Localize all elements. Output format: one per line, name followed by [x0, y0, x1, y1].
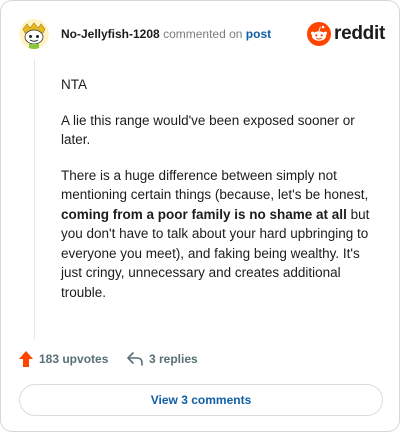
comment-paragraph: There is a huge difference between simpl…: [61, 166, 379, 303]
comment-bold-text: coming from a poor family is no shame at…: [61, 206, 347, 222]
commented-on-text: commented on: [163, 27, 243, 41]
thread-line: [34, 59, 35, 339]
upvote-button[interactable]: 183 upvotes: [19, 349, 108, 369]
upvotes-count: 183 upvotes: [39, 352, 109, 366]
comment-text: A lie this range would've been exposed s…: [61, 112, 355, 148]
comment-paragraph: NTA: [61, 75, 379, 95]
comment-text: There is a huge difference between simpl…: [61, 167, 369, 203]
reddit-wordmark: reddit: [334, 23, 385, 44]
comment-meta: No-Jellyfish-1208 commented on post: [61, 27, 271, 42]
post-link[interactable]: post: [246, 27, 271, 41]
comment-text: NTA: [61, 77, 87, 92]
replies-count: 3 replies: [149, 352, 198, 366]
snoo-avatar-icon[interactable]: [19, 19, 49, 49]
username-link[interactable]: No-Jellyfish-1208: [61, 27, 160, 41]
comment-header: No-Jellyfish-1208 commented on post redd…: [19, 19, 385, 51]
comment-paragraph: A lie this range would've been exposed s…: [61, 111, 379, 150]
reply-arrow-icon: [127, 352, 143, 366]
comment-actions: 183 upvotes 3 replies: [19, 349, 381, 369]
reddit-brand[interactable]: reddit: [307, 21, 385, 47]
comment-body: NTA A lie this range would've been expose…: [61, 75, 379, 318]
view-comments-button[interactable]: View 3 comments: [19, 384, 383, 416]
reddit-logo-icon: [307, 22, 331, 46]
upvote-arrow-icon: [19, 351, 33, 367]
replies-button[interactable]: 3 replies: [127, 349, 198, 369]
comment-card: No-Jellyfish-1208 commented on post redd…: [0, 0, 400, 432]
